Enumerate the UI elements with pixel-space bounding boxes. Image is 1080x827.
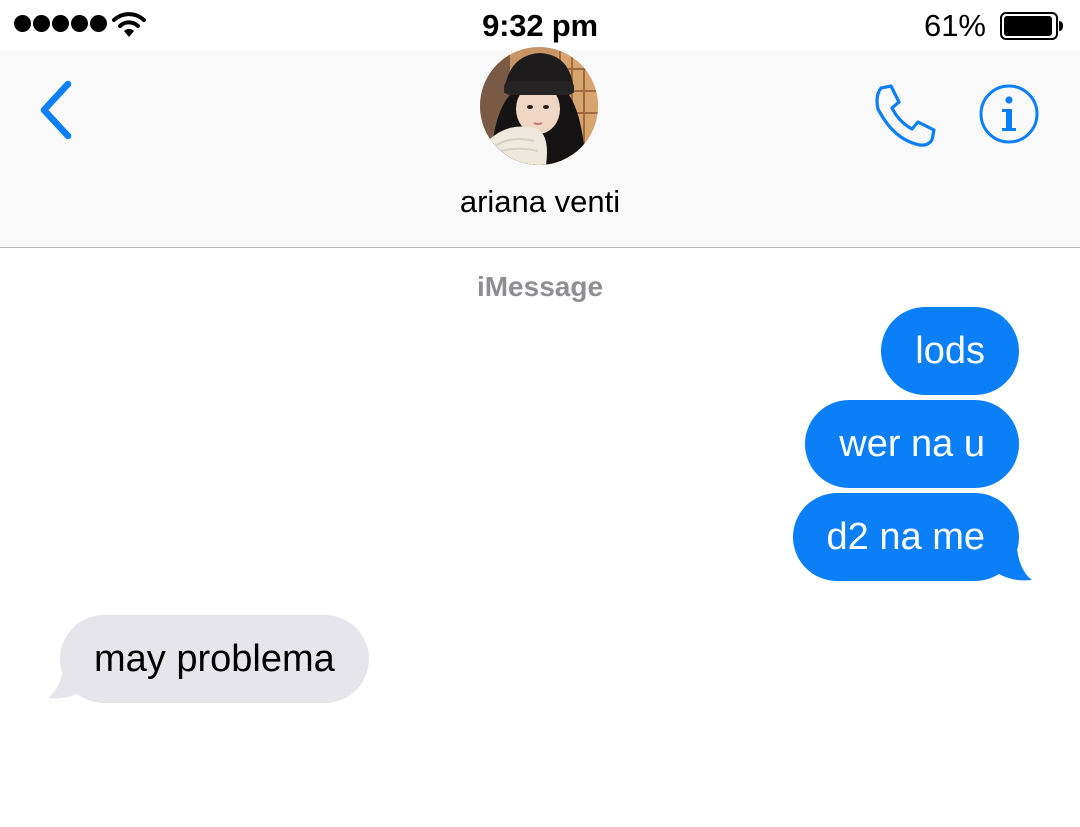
sent-message-bubble[interactable]: lods [881,307,1019,395]
service-label: iMessage [476,271,604,302]
received-message-bubble[interactable]: may problema [60,615,369,703]
status-bar: 9:32 pm 61% [0,0,1080,50]
contact-name[interactable]: ariana venti [0,184,1080,220]
chevron-left-icon [40,80,72,140]
contact-avatar[interactable] [480,47,598,165]
call-button[interactable] [872,82,938,148]
conversation-header: ariana venti [0,47,1080,248]
back-button[interactable] [30,78,82,142]
phone-icon [875,84,936,147]
received-bubble-tail [48,660,90,699]
avatar-photo [480,47,598,165]
sent-message-bubble[interactable]: d2 na me [792,493,1019,581]
status-time: 9:32 pm [482,8,598,43]
battery-icon [1000,12,1063,40]
sent-bubble-tail [990,540,1032,581]
info-icon [979,84,1039,144]
sent-message-bubble[interactable]: wer na u [805,400,1019,488]
battery-percentage: 61% [923,8,986,43]
info-button[interactable] [978,83,1040,145]
